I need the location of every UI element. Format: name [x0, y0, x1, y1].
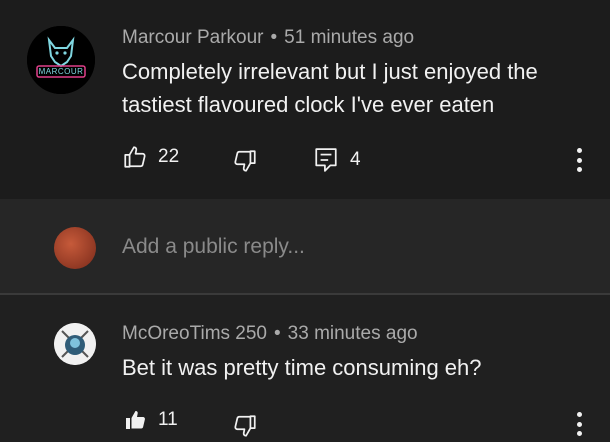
replies-button[interactable]: 4 [314, 147, 361, 173]
character-avatar-icon [54, 323, 96, 365]
thumbs-down-icon [232, 148, 258, 174]
more-options-button[interactable] [574, 148, 584, 172]
author-name[interactable]: Marcour Parkour [122, 27, 264, 48]
more-vert-icon [576, 148, 582, 153]
reply-timestamp[interactable]: 33 minutes ago [288, 323, 418, 344]
more-dot [576, 167, 582, 172]
meta-separator: • [274, 323, 281, 344]
thumbs-down-icon [232, 413, 258, 439]
reply-comment: McOreoTims 250 • 33 minutes ago Bet it was… [0, 295, 610, 442]
dislike-button[interactable] [232, 148, 258, 174]
like-count: 22 [158, 146, 180, 167]
avatar-logo-text: MARCOUR [38, 67, 84, 76]
reply-like-count: 11 [158, 409, 178, 430]
thumbs-up-filled-icon [124, 408, 148, 432]
reply-composer: Add a public reply... [0, 199, 610, 295]
meta-separator: • [270, 27, 278, 48]
reply-icon [314, 147, 338, 173]
comment-text: Completely irrelevant but I just enjoyed… [122, 59, 538, 117]
more-dot [576, 421, 582, 427]
wolf-logo-icon [27, 26, 95, 94]
reply-more-options-button[interactable] [574, 412, 584, 436]
more-vert-icon [576, 412, 582, 417]
reply-dislike-button[interactable] [232, 413, 258, 439]
reply-like-button[interactable]: 11 [124, 408, 178, 432]
reply-avatar[interactable] [54, 323, 96, 365]
comment: MARCOUR Marcour Parkour • 51 minutes ago C… [0, 0, 610, 199]
more-dot [576, 157, 582, 163]
avatar[interactable]: MARCOUR [27, 26, 95, 94]
reply-text: Bet it was pretty time consuming eh? [122, 355, 482, 380]
reply-meta: McOreoTims 250 • 33 minutes ago [122, 323, 418, 345]
like-button[interactable]: 22 [122, 144, 179, 170]
timestamp[interactable]: 51 minutes ago [284, 27, 414, 48]
reply-author-name[interactable]: McOreoTims 250 [122, 323, 267, 344]
reply-count: 4 [350, 149, 361, 170]
user-avatar [54, 227, 96, 269]
thumbs-up-icon [122, 144, 148, 170]
reply-input[interactable]: Add a public reply... [122, 235, 562, 259]
more-dot [576, 431, 582, 436]
comment-meta: Marcour Parkour • 51 minutes ago [122, 27, 414, 49]
